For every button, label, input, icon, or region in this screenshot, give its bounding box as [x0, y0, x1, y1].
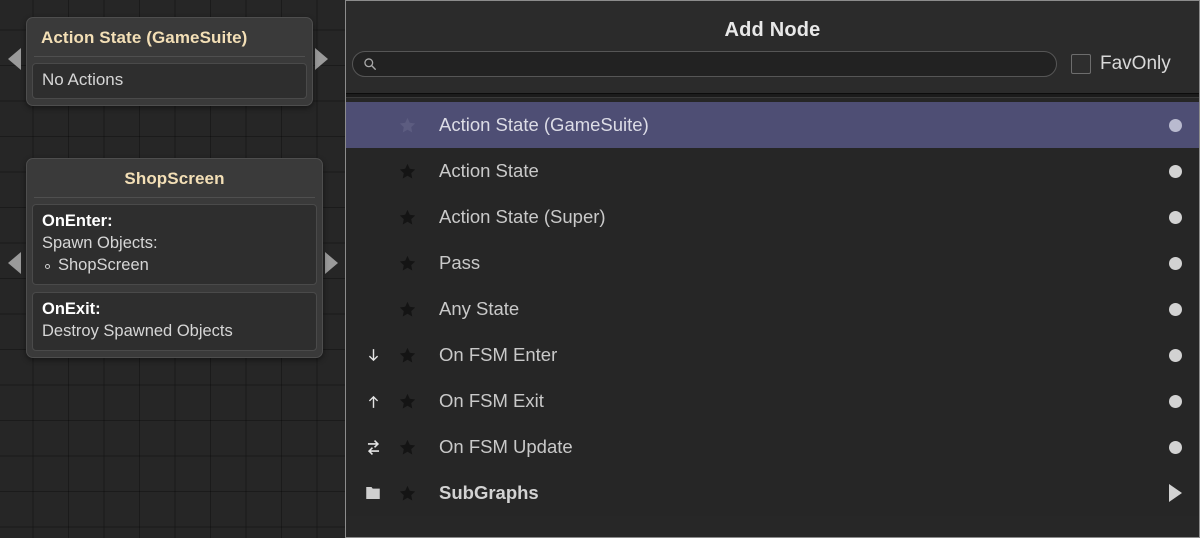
list-item[interactable]: Action State (GameSuite): [346, 102, 1199, 148]
node-text-line: Spawn Objects:: [42, 233, 158, 252]
node-title: ShopScreen: [34, 164, 315, 198]
node-dot-icon: [1158, 348, 1192, 362]
node-input-port[interactable]: [8, 252, 21, 274]
arrow-down-icon: [352, 347, 394, 364]
node-text-bullet: ShopScreen: [42, 255, 307, 277]
refresh-icon: [352, 438, 394, 457]
favonly-checkbox-group[interactable]: FavOnly: [1071, 53, 1171, 75]
star-icon[interactable]: [394, 116, 420, 135]
node-title: Action State (GameSuite): [34, 23, 305, 57]
list-item-label: On FSM Enter: [439, 344, 558, 365]
star-icon[interactable]: [394, 484, 420, 503]
search-row: FavOnly: [346, 51, 1199, 77]
folder-icon: [352, 484, 394, 502]
node-text-line: OnEnter:: [42, 211, 307, 233]
list-item-label: SubGraphs: [439, 482, 539, 503]
node-dot-icon: [1158, 302, 1192, 316]
node-section-onexit: OnExit: Destroy Spawned Objects: [32, 291, 317, 351]
panel-header: Add Node FavOnly: [346, 1, 1199, 94]
node-dot-icon: [1158, 210, 1192, 224]
star-icon[interactable]: [394, 254, 420, 273]
list-item-label: Any State: [439, 298, 520, 319]
node-text-line: No Actions: [42, 70, 124, 89]
list-item-label: On FSM Exit: [439, 390, 544, 411]
list-item[interactable]: Action State: [346, 148, 1199, 194]
list-item[interactable]: On FSM Exit: [346, 378, 1199, 424]
search-field[interactable]: [352, 51, 1057, 77]
node-text-bold: OnEnter:: [42, 212, 113, 230]
list-item[interactable]: Pass: [346, 240, 1199, 286]
star-icon[interactable]: [394, 438, 420, 457]
list-item-label: On FSM Update: [439, 436, 573, 457]
arrow-up-icon: [352, 393, 394, 410]
node-text-bold: OnExit:: [42, 299, 101, 318]
star-icon[interactable]: [394, 162, 420, 181]
node-input-port[interactable]: [8, 48, 21, 70]
star-icon[interactable]: [394, 208, 420, 227]
node-text-line: OnExit:: [42, 299, 307, 321]
node-section: No Actions: [32, 63, 307, 99]
list-item-label: Pass: [439, 252, 481, 273]
list-item[interactable]: On FSM Update: [346, 424, 1199, 470]
node-list: Action State (GameSuite) Action State Ac…: [346, 98, 1199, 516]
node-dot-icon: [1158, 394, 1192, 408]
add-node-panel: Add Node FavOnly Action State (GameSuite…: [345, 0, 1200, 538]
node-text-line: Destroy Spawned Objects: [42, 321, 233, 340]
list-item[interactable]: Any State: [346, 286, 1199, 332]
star-icon[interactable]: [394, 346, 420, 365]
list-item[interactable]: Action State (Super): [346, 194, 1199, 240]
node-dot-icon: [1158, 118, 1192, 132]
list-item[interactable]: On FSM Enter: [346, 332, 1199, 378]
node-dot-icon: [1158, 164, 1192, 178]
list-item-label: Action State: [439, 160, 539, 181]
node-output-port[interactable]: [315, 48, 328, 70]
star-icon[interactable]: [394, 392, 420, 411]
search-input[interactable]: [382, 52, 1046, 76]
node-section-onenter: OnEnter: Spawn Objects: ShopScreen: [32, 204, 317, 285]
node-dot-icon: [1158, 256, 1192, 270]
graph-node-action-state[interactable]: Action State (GameSuite) No Actions: [26, 17, 313, 106]
node-dot-icon: [1158, 440, 1192, 454]
graph-node-shopscreen[interactable]: ShopScreen OnEnter: Spawn Objects: ShopS…: [26, 158, 323, 358]
list-item-label: Action State (Super): [439, 206, 606, 227]
page-title: Add Node: [724, 19, 821, 41]
graph-canvas[interactable]: Action State (GameSuite) No Actions Shop…: [0, 0, 345, 538]
chevron-right-icon[interactable]: [1158, 484, 1192, 502]
list-item[interactable]: SubGraphs: [346, 470, 1199, 516]
favonly-label: FavOnly: [1100, 53, 1171, 74]
list-item-label: Action State (GameSuite): [439, 114, 649, 135]
star-icon[interactable]: [394, 300, 420, 319]
favonly-checkbox[interactable]: [1071, 54, 1091, 74]
node-output-port[interactable]: [325, 252, 338, 274]
search-icon: [363, 57, 377, 71]
